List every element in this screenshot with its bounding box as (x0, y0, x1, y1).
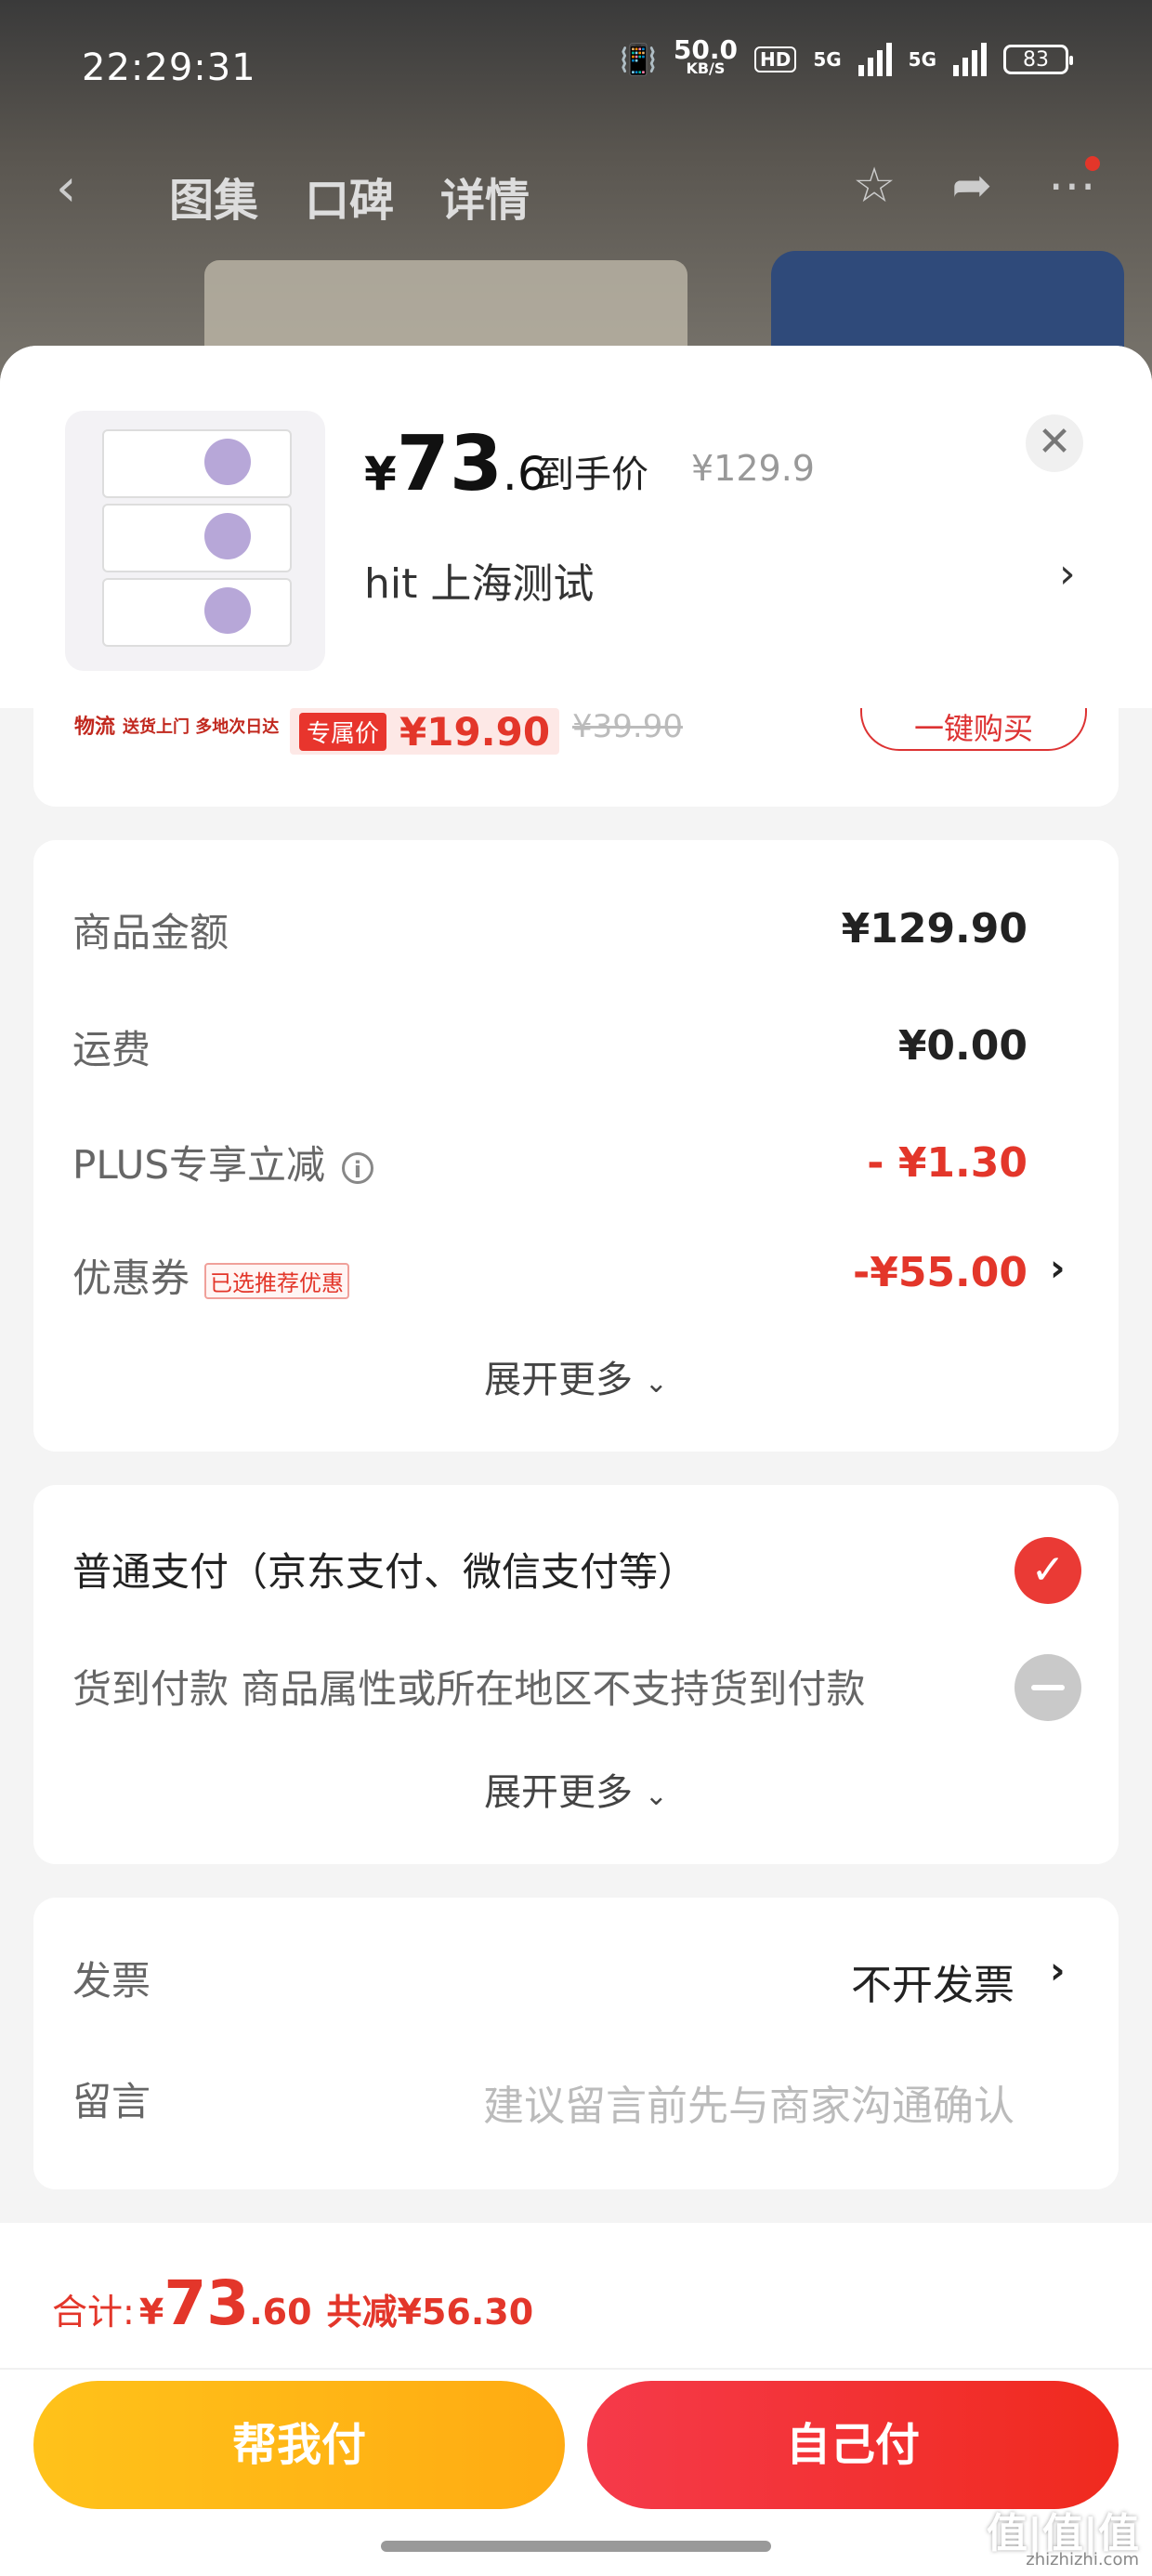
total-decimal: .60 (249, 2292, 312, 2333)
exclusive-price: 专属价 ¥19.90 (290, 708, 560, 755)
one-click-buy-button[interactable]: 一键购买 (860, 708, 1087, 751)
network-speed: 50.0 KB/S (673, 34, 738, 78)
expand-more-button[interactable]: 展开更多 ⌄ (33, 1349, 1119, 1403)
back-icon[interactable]: ‹ (56, 158, 76, 218)
check-icon[interactable]: ✓ (1015, 1537, 1081, 1604)
price-summary-card: 商品金额 ¥129.90 运费 ¥0.00 PLUS专享立减 i - ¥1.30 … (33, 840, 1119, 1452)
original-price: ¥129.9 (691, 448, 815, 489)
coupon-label: 优惠券 (72, 1255, 190, 1301)
sim1-label: 5G (813, 48, 842, 71)
close-icon[interactable]: ✕ (1026, 414, 1083, 472)
goods-amount: ¥129.90 (841, 905, 1028, 953)
chevron-down-icon: ⌄ (644, 1780, 668, 1812)
product-nav-bar: ‹ 图集 口碑 详情 ☆ ➦ ⋯ (0, 139, 1152, 232)
plus-discount-row: PLUS专享立减 i (72, 1134, 374, 1190)
self-pay-button[interactable]: 自己付 (587, 2381, 1119, 2509)
product-thumbnail[interactable] (65, 411, 325, 671)
notification-dot (1085, 156, 1100, 171)
chevron-right-icon[interactable]: › (1059, 550, 1076, 598)
tab-details[interactable]: 详情 (440, 164, 530, 229)
sim2-label: 5G (908, 48, 936, 71)
price-integer: 73 (396, 420, 503, 508)
exclusive-tag: 专属价 (299, 712, 387, 751)
signal-icon (953, 43, 987, 76)
plus-discount: - ¥1.30 (867, 1139, 1028, 1187)
coupon-tag: 已选推荐优惠 (204, 1263, 350, 1299)
help-pay-button[interactable]: 帮我付 (33, 2381, 565, 2509)
payment-method-card: 普通支付（京东支付、微信支付等） ✓ 货到付款 商品属性或所在地区不支持货到付款… (33, 1485, 1119, 1864)
invoice-label: 发票 (72, 1958, 151, 2004)
chevron-right-icon[interactable]: › (1050, 1247, 1065, 1290)
total-integer: 73 (164, 2267, 250, 2339)
coupon-discount: -¥55.00 (852, 1249, 1028, 1296)
expand-more-button[interactable]: 展开更多 ⌄ (33, 1762, 1119, 1816)
plus-discount-label: PLUS专享立减 (72, 1142, 326, 1188)
disabled-icon (1015, 1654, 1081, 1721)
note-label: 留言 (72, 2079, 151, 2124)
star-icon[interactable]: ☆ (853, 158, 897, 214)
final-price: ¥73.6 (364, 420, 547, 508)
price-currency: ¥ (364, 447, 397, 501)
price-label: 到手价 (537, 453, 648, 496)
tab-gallery[interactable]: 图集 (169, 164, 258, 229)
hd-icon: HD (753, 46, 797, 72)
vibrate-icon: 📳 (620, 42, 657, 77)
status-bar: 22:29:31 📳 50.0 KB/S HD 5G 5G 83 (0, 0, 1152, 139)
invoice-value[interactable]: 不开发票 (851, 1952, 1015, 2011)
info-icon[interactable]: i (342, 1151, 374, 1184)
chevron-down-icon: ⌄ (644, 1367, 668, 1400)
goods-amount-label: 商品金额 (72, 910, 229, 955)
watermark-site: zhizhizhi.com (1026, 2550, 1139, 2569)
footer-divider (0, 2368, 1152, 2370)
total-label: 合计: (52, 2292, 135, 2333)
payment-option-cod: 货到付款 商品属性或所在地区不支持货到付款 (72, 1666, 866, 1712)
strike-price: ¥39.90 (572, 708, 683, 745)
payment-option-normal[interactable]: 普通支付（京东支付、微信支付等） (72, 1541, 697, 1597)
promo-strip: 物流 送货上门 多地次日达 专属价 ¥19.90 ¥39.90 一键购买 (33, 708, 1119, 807)
note-input[interactable]: 建议留言前先与商家沟通确认 (483, 2072, 1015, 2132)
total-saving: 共减¥56.30 (326, 2292, 534, 2333)
signal-icon (857, 43, 892, 76)
battery-level: 83 (1023, 47, 1049, 72)
expand-more-label: 展开更多 (484, 1771, 634, 1814)
shipping-fee: ¥0.00 (897, 1022, 1028, 1070)
selected-spec[interactable]: hit 上海测试 (364, 550, 594, 610)
order-total: 合计: ¥73.60 共减¥56.30 (52, 2267, 533, 2339)
total-currency: ¥ (138, 2292, 164, 2333)
exclusive-price-value: ¥19.90 (399, 708, 551, 755)
tab-reviews[interactable]: 口碑 (305, 164, 394, 229)
home-indicator[interactable] (381, 2541, 771, 2552)
invoice-note-card: 发票 不开发票 › 留言 建议留言前先与商家沟通确认 (33, 1898, 1119, 2189)
network-speed-value: 50.0 (673, 34, 738, 65)
share-icon[interactable]: ➦ (951, 158, 992, 214)
coupon-row[interactable]: 优惠券 已选推荐优惠 (72, 1247, 350, 1304)
logistics-sub: 送货上门 多地次日达 (123, 717, 280, 737)
expand-more-label: 展开更多 (484, 1359, 634, 1401)
chevron-right-icon[interactable]: › (1050, 1950, 1065, 1992)
logistics-label: 物流 (74, 716, 116, 739)
battery-icon: 83 (1003, 45, 1073, 74)
shipping-label: 运费 (72, 1027, 151, 1072)
status-time: 22:29:31 (82, 46, 256, 89)
